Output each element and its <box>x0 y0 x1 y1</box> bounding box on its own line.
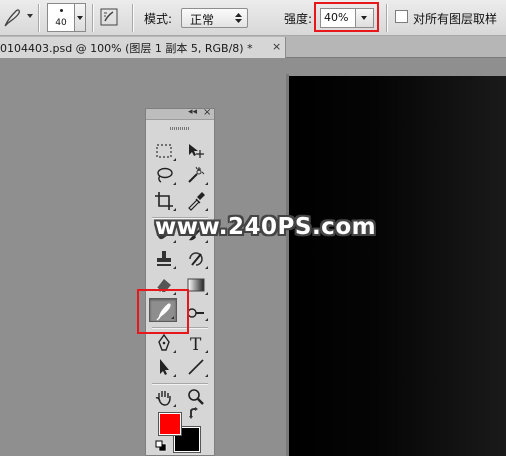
crop-tool[interactable] <box>150 189 178 213</box>
type-tool[interactable]: T <box>182 331 210 355</box>
clone-stamp-tool[interactable] <box>150 247 178 271</box>
pen-icon <box>158 333 170 351</box>
chevron-down-icon[interactable] <box>27 14 33 18</box>
brush-tip-icon <box>60 9 63 12</box>
divider <box>152 383 208 384</box>
history-brush-tool[interactable] <box>182 247 210 271</box>
close-icon[interactable]: × <box>203 107 211 118</box>
lasso-icon <box>157 167 173 183</box>
swap-colors-icon[interactable] <box>188 407 200 419</box>
brush-preset-dropdown[interactable] <box>75 3 86 32</box>
eyedropper-tool[interactable] <box>182 189 210 213</box>
divider <box>386 4 387 32</box>
mode-select-value: 正常 <box>190 13 215 27</box>
magic-wand-icon <box>188 166 205 183</box>
move-tool[interactable] <box>182 139 210 163</box>
line-icon <box>188 359 204 375</box>
blur-tool-icon <box>4 9 20 27</box>
type-icon: T <box>190 335 202 353</box>
eyedropper-icon <box>188 192 205 211</box>
history-brush-icon <box>189 252 203 266</box>
brush-panel-toggle-button[interactable] <box>98 7 120 27</box>
lasso-tool[interactable] <box>150 163 178 187</box>
chevron-down-icon <box>77 16 83 20</box>
strength-highlight-box <box>314 2 379 32</box>
zoom-tool[interactable] <box>182 385 210 409</box>
foreground-color-swatch[interactable] <box>158 412 182 436</box>
mode-label: 模式: <box>144 12 173 26</box>
divider <box>132 4 133 32</box>
move-icon <box>189 144 204 158</box>
divider <box>38 4 39 32</box>
brush-size-value: 40 <box>55 18 67 28</box>
updown-arrows-icon <box>235 13 242 23</box>
document-tab[interactable]: 0104403.psd @ 100% (图层 1 副本 5, RGB/8) * … <box>0 37 286 58</box>
blur-tool-highlight-box <box>137 289 189 334</box>
tools-panel-header[interactable]: ◂◂ × <box>146 107 214 120</box>
document-tab-title: 0104403.psd @ 100% (图层 1 副本 5, RGB/8) * <box>0 42 253 55</box>
tools-panel: ◂◂ × T <box>145 107 215 456</box>
brush-preset-preview[interactable]: 40 <box>47 3 75 32</box>
zoom-icon <box>188 389 204 405</box>
dodge-icon <box>187 308 204 318</box>
default-colors-icon[interactable] <box>155 440 167 452</box>
sample-all-layers-label: 对所有图层取样 <box>413 12 498 26</box>
drag-grip-icon[interactable] <box>170 127 190 130</box>
path-selection-icon <box>160 359 169 375</box>
divider <box>92 4 93 32</box>
close-icon[interactable]: × <box>272 40 281 53</box>
hand-tool[interactable] <box>150 385 178 409</box>
path-selection-tool[interactable] <box>150 355 178 379</box>
strength-label: 强度: <box>284 12 313 26</box>
options-bar: 40 模式: 正常 强度: 40% 对所有图层取样 <box>0 0 506 36</box>
collapse-icon[interactable]: ◂◂ <box>188 107 197 117</box>
crop-icon <box>155 192 173 210</box>
line-tool[interactable] <box>182 355 210 379</box>
tool-preset-picker[interactable] <box>2 6 24 28</box>
gradient-icon <box>187 278 205 292</box>
document-canvas[interactable] <box>289 76 506 456</box>
hand-icon <box>155 391 171 406</box>
mode-select[interactable]: 正常 <box>181 8 248 28</box>
rectangular-marquee-tool[interactable] <box>150 139 178 163</box>
brush-panel-icon <box>100 8 118 26</box>
document-tab-bar: 0104403.psd @ 100% (图层 1 副本 5, RGB/8) * … <box>0 36 506 58</box>
pen-tool[interactable] <box>150 331 178 355</box>
clone-stamp-icon <box>157 251 171 266</box>
magic-wand-tool[interactable] <box>182 163 210 187</box>
rectangular-marquee-icon <box>156 144 172 158</box>
sample-all-layers-checkbox[interactable] <box>395 10 408 23</box>
watermark-text: www.240PS.com <box>155 214 377 240</box>
svg-text:T: T <box>190 335 202 353</box>
